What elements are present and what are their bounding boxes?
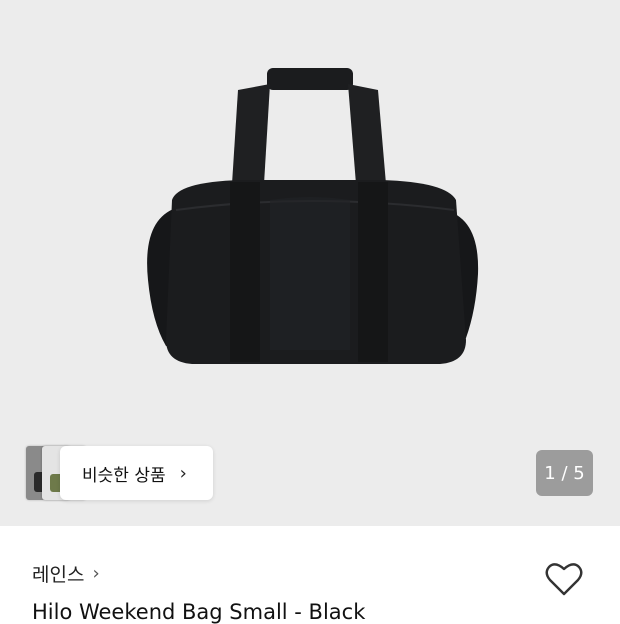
similar-products-button[interactable]: 비슷한 상품 ›: [60, 446, 213, 500]
chevron-right-icon: ›: [179, 462, 187, 484]
product-title: Hilo Weekend Bag Small - Black: [32, 600, 366, 624]
chevron-right-icon: ›: [92, 563, 100, 584]
product-image-gallery[interactable]: 비슷한 상품 › 1 / 5: [0, 0, 620, 526]
brand-link[interactable]: 레인스 ›: [32, 560, 100, 587]
brand-name: 레인스: [32, 564, 85, 586]
product-photo-black-duffel-bag: [147, 68, 479, 364]
similar-products-label: 비슷한 상품: [82, 465, 166, 486]
heart-outline-icon[interactable]: [544, 560, 584, 598]
image-page-indicator: 1 / 5: [536, 450, 593, 496]
